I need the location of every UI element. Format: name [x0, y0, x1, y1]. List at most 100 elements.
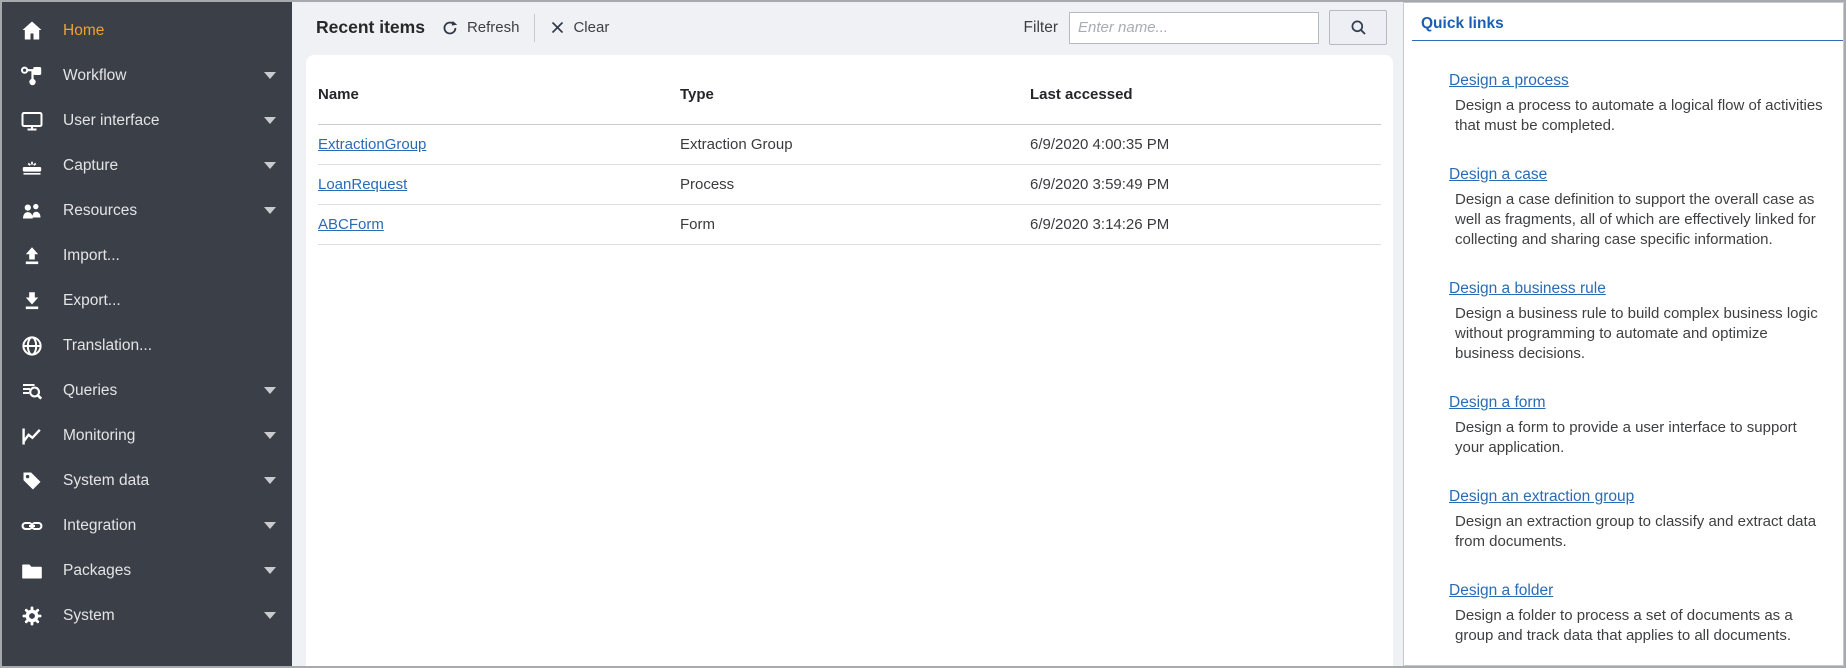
table-header-row: Name Type Last accessed: [318, 55, 1381, 125]
sidebar-item-queries[interactable]: Queries: [0, 368, 292, 413]
sidebar-item-label: System: [63, 607, 115, 625]
chevron-down-icon: [264, 567, 276, 574]
quick-link-design-business-rule[interactable]: Design a business rule: [1449, 280, 1606, 298]
sidebar-item-monitoring[interactable]: Monitoring: [0, 413, 292, 458]
item-link[interactable]: ExtractionGroup: [318, 136, 426, 153]
column-header-last-accessed: Last accessed: [1030, 55, 1381, 125]
folder-icon: [18, 557, 46, 585]
sidebar-item-integration[interactable]: Integration: [0, 503, 292, 548]
sidebar-item-label: Packages: [63, 562, 131, 580]
close-icon: [550, 20, 565, 35]
column-header-type: Type: [680, 55, 1030, 125]
quick-links-list: Design a process Design a process to aut…: [1404, 41, 1843, 646]
sidebar-item-label: Queries: [63, 382, 117, 400]
import-icon: [18, 242, 46, 270]
refresh-icon: [441, 19, 459, 37]
link-icon: [18, 512, 46, 540]
table-row: ExtractionGroup Extraction Group 6/9/202…: [318, 125, 1381, 165]
export-icon: [18, 287, 46, 315]
chart-icon: [18, 422, 46, 450]
item-type: Form: [680, 205, 1030, 245]
item-type: Process: [680, 165, 1030, 205]
filter-group: Filter: [1024, 10, 1387, 45]
scanner-icon: [18, 152, 46, 180]
chevron-down-icon: [264, 72, 276, 79]
people-icon: [18, 197, 46, 225]
search-icon: [1349, 18, 1368, 37]
sidebar-item-import[interactable]: Import...: [0, 233, 292, 278]
item-link[interactable]: LoanRequest: [318, 176, 407, 193]
refresh-label: Refresh: [467, 19, 520, 36]
page-title: Recent items: [316, 17, 425, 38]
quick-link-design-extraction-group[interactable]: Design an extraction group: [1449, 488, 1634, 506]
sidebar-item-label: Integration: [63, 517, 136, 535]
sidebar-item-label: Export...: [63, 292, 121, 310]
sidebar-item-system[interactable]: System: [0, 593, 292, 638]
quick-link-description: Design a process to automate a logical f…: [1455, 96, 1823, 136]
chevron-down-icon: [264, 477, 276, 484]
quick-link-description: Design a case definition to support the …: [1455, 190, 1823, 250]
chevron-down-icon: [264, 387, 276, 394]
table-row: LoanRequest Process 6/9/2020 3:59:49 PM: [318, 165, 1381, 205]
recent-items-toolbar: Recent items Refresh Clear Filter: [292, 0, 1403, 55]
quick-link-design-case[interactable]: Design a case: [1449, 166, 1547, 184]
column-header-name: Name: [318, 55, 680, 125]
sidebar-item-label: Workflow: [63, 67, 126, 85]
chevron-down-icon: [264, 612, 276, 619]
sidebar-item-resources[interactable]: Resources: [0, 188, 292, 233]
item-type: Extraction Group: [680, 125, 1030, 165]
sidebar-item-packages[interactable]: Packages: [0, 548, 292, 593]
gear-icon: [18, 602, 46, 630]
globe-icon: [18, 332, 46, 360]
sidebar-item-label: Home: [63, 22, 104, 40]
sidebar-item-label: System data: [63, 472, 149, 490]
workflow-icon: [18, 62, 46, 90]
home-icon: [18, 17, 46, 45]
sidebar-item-label: Resources: [63, 202, 137, 220]
item-last-accessed: 6/9/2020 3:14:26 PM: [1030, 205, 1381, 245]
item-last-accessed: 6/9/2020 3:59:49 PM: [1030, 165, 1381, 205]
filter-input[interactable]: [1069, 12, 1319, 44]
list-item: Design a form Design a form to provide a…: [1449, 394, 1823, 458]
query-icon: [18, 377, 46, 405]
sidebar-item-system-data[interactable]: System data: [0, 458, 292, 503]
sidebar: Home Workflow User interface: [0, 0, 292, 668]
quick-link-description: Design a business rule to build complex …: [1455, 304, 1823, 364]
sidebar-item-label: Translation...: [63, 337, 152, 355]
sidebar-item-capture[interactable]: Capture: [0, 143, 292, 188]
recent-items-table: Name Type Last accessed ExtractionGroup …: [318, 55, 1381, 245]
refresh-button[interactable]: Refresh: [441, 19, 520, 37]
quick-link-description: Design a form to provide a user interfac…: [1455, 418, 1823, 458]
quick-link-design-form[interactable]: Design a form: [1449, 394, 1545, 412]
quick-link-design-folder[interactable]: Design a folder: [1449, 582, 1553, 600]
list-item: Design a folder Design a folder to proce…: [1449, 582, 1823, 646]
tag-icon: [18, 467, 46, 495]
chevron-down-icon: [264, 432, 276, 439]
clear-button[interactable]: Clear: [550, 19, 609, 36]
search-button[interactable]: [1329, 10, 1387, 45]
quick-links-title: Quick links: [1421, 15, 1504, 32]
sidebar-item-translation[interactable]: Translation...: [0, 323, 292, 368]
chevron-down-icon: [264, 207, 276, 214]
recent-items-card: Name Type Last accessed ExtractionGroup …: [306, 55, 1393, 668]
chevron-down-icon: [264, 162, 276, 169]
sidebar-item-label: User interface: [63, 112, 159, 130]
sidebar-item-label: Monitoring: [63, 427, 135, 445]
chevron-down-icon: [264, 522, 276, 529]
sidebar-item-workflow[interactable]: Workflow: [0, 53, 292, 98]
list-item: Design an extraction group Design an ext…: [1449, 488, 1823, 552]
table-row: ABCForm Form 6/9/2020 3:14:26 PM: [318, 205, 1381, 245]
sidebar-item-label: Capture: [63, 157, 118, 175]
sidebar-item-user-interface[interactable]: User interface: [0, 98, 292, 143]
filter-label: Filter: [1024, 19, 1058, 37]
quick-link-design-process[interactable]: Design a process: [1449, 72, 1569, 90]
list-item: Design a business rule Design a business…: [1449, 280, 1823, 364]
item-link[interactable]: ABCForm: [318, 216, 384, 233]
sidebar-item-label: Import...: [63, 247, 120, 265]
quick-link-description: Design a folder to process a set of docu…: [1455, 606, 1823, 646]
main-panel: Recent items Refresh Clear Filter: [292, 0, 1403, 668]
chevron-down-icon: [264, 117, 276, 124]
sidebar-item-export[interactable]: Export...: [0, 278, 292, 323]
quick-links-header: Quick links: [1412, 3, 1843, 41]
sidebar-item-home[interactable]: Home: [0, 8, 292, 53]
